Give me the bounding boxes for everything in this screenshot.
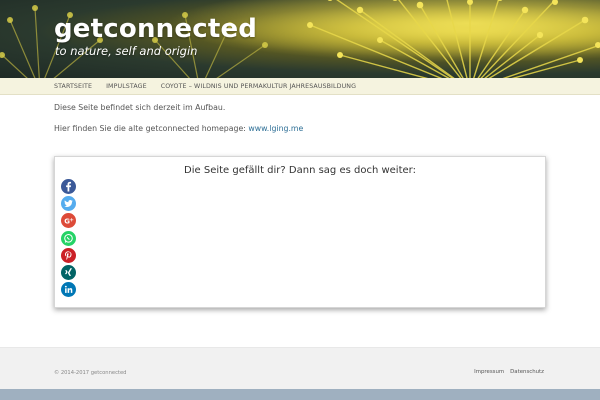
share-icon-list: G +: [61, 179, 76, 299]
footer-link-datenschutz[interactable]: Datenschutz: [510, 369, 544, 375]
xing-icon[interactable]: [61, 264, 76, 280]
share-title: Die Seite gefällt dir? Dann sag es doch …: [184, 165, 416, 176]
construction-notice: Diese Seite befindet sich derzeit im Auf…: [54, 103, 226, 112]
footer-links: Impressum Datenschutz: [468, 369, 544, 375]
twitter-icon[interactable]: [61, 196, 76, 212]
nav-item-startseite[interactable]: Startseite: [54, 83, 92, 90]
bottom-bar: [0, 389, 600, 400]
nav-item-impulstage[interactable]: Impulstage: [106, 83, 147, 90]
google-plus-icon[interactable]: G +: [61, 213, 76, 229]
old-homepage-notice: Hier finden Sie die alte getconnected ho…: [54, 123, 554, 134]
svg-text:+: +: [70, 218, 74, 224]
copyright-text: © 2014-2017 getconnected: [54, 370, 127, 376]
whatsapp-icon[interactable]: [61, 230, 76, 246]
facebook-icon[interactable]: [61, 179, 76, 194]
old-homepage-link[interactable]: www.lging.me: [248, 124, 303, 133]
site-title[interactable]: getconnected: [54, 14, 257, 44]
linkedin-icon[interactable]: [61, 282, 76, 298]
share-box: Die Seite gefällt dir? Dann sag es doch …: [54, 156, 546, 308]
nav-item-coyote[interactable]: Coyote – Wildnis und Permakultur Jahresa…: [161, 83, 356, 90]
pinterest-icon[interactable]: [61, 247, 76, 263]
site-tagline: to nature, self and origin: [55, 44, 198, 58]
footer-link-impressum[interactable]: Impressum: [474, 369, 504, 375]
site-header: getconnected to nature, self and origin: [0, 0, 600, 78]
main-content: Diese Seite befindet sich derzeit im Auf…: [54, 102, 554, 144]
main-navigation: Startseite Impulstage Coyote – Wildnis u…: [0, 78, 600, 95]
site-footer: © 2014-2017 getconnected Impressum Daten…: [0, 347, 600, 390]
old-homepage-text: Hier finden Sie die alte getconnected ho…: [54, 124, 249, 133]
